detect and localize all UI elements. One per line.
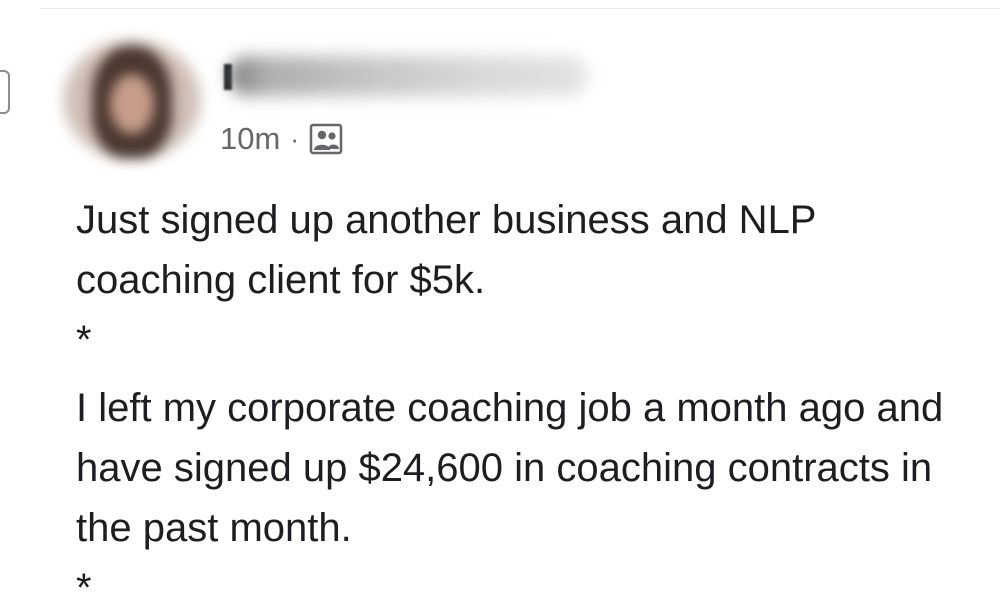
post-timestamp[interactable]: 10m — [220, 121, 280, 157]
avatar-face — [110, 74, 154, 134]
post-paragraph: I left my corporate coaching job a month… — [76, 386, 955, 550]
post-paragraph: Just signed up another business and NLP … — [76, 198, 827, 302]
redaction-blur — [228, 56, 588, 96]
avatar[interactable] — [62, 38, 202, 162]
post-separator-asterisk: * — [76, 318, 92, 362]
post-text: Just signed up another business and NLP … — [76, 190, 976, 599]
divider — [40, 8, 1000, 9]
post-card: 10m · Just signed up another business an… — [0, 0, 1000, 599]
author-name-redacted[interactable] — [220, 52, 600, 100]
meta-separator: · — [290, 123, 299, 154]
post-separator-asterisk: * — [76, 566, 92, 599]
post-meta: 10m · — [220, 118, 343, 160]
side-handle[interactable] — [0, 70, 10, 114]
friends-icon[interactable] — [309, 123, 343, 155]
